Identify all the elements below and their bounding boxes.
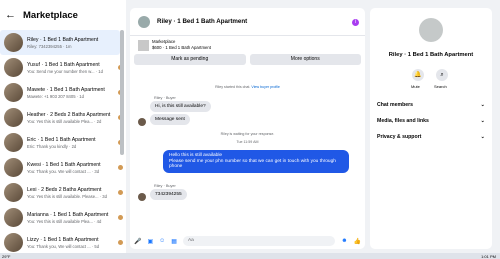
listing-preview[interactable]: Marketplace $600 · 1 Bed 1 Bath Apartmen…: [130, 36, 365, 51]
conversation-snippet: You: Yes this is still available Plea...…: [27, 118, 102, 124]
conversation-item[interactable]: Yusuf · 1 Bed 1 Bath Apartment You: Send …: [0, 55, 126, 80]
listing-thumb: [118, 165, 123, 170]
conversation-name: Lizzy · 1 Bed 1 Bath Apartment: [27, 236, 99, 243]
conversation-item[interactable]: Mawete · 1 Bed 1 Bath Apartment Mawete: +…: [0, 80, 126, 105]
conversation-snippet: You: Send me your number then w... · 1d: [27, 68, 103, 74]
clock: 1:01 PM: [481, 253, 496, 259]
avatar: [4, 133, 23, 152]
waiting-notice: Riley is waiting for your response.: [220, 132, 275, 136]
chevron-down-icon: ⌄: [480, 134, 485, 140]
like-icon[interactable]: 👍: [354, 238, 361, 245]
conversation-name: Heather · 2 Beds 2 Baths Apartment: [27, 111, 111, 118]
conversation-list: Riley · 1 Bed 1 Bath Apartment Riley: 734…: [0, 30, 126, 255]
avatar: [4, 58, 23, 77]
conversation-item[interactable]: Marianna · 1 Bed 1 Bath Apartment You: Ye…: [0, 205, 126, 230]
conversation-item[interactable]: Eric · 1 Bed 1 Bath Apartment Eric: Thank…: [0, 130, 126, 155]
avatar: [4, 83, 23, 102]
emoji-icon[interactable]: ☻: [341, 238, 347, 244]
profile-avatar[interactable]: [419, 18, 443, 42]
mic-icon[interactable]: 🎤: [134, 238, 141, 245]
sidebar-scrollbar[interactable]: [120, 30, 124, 155]
chevron-down-icon: ⌄: [480, 118, 485, 124]
conversation-item[interactable]: Lexi · 2 Beds 2 Baths Apartment You: Yes …: [0, 180, 126, 205]
chat-title[interactable]: Riley · 1 Bed 1 Bath Apartment: [157, 18, 247, 25]
conversation-snippet: Mawete: +1 903 207 8405 · 1d: [27, 93, 84, 99]
conversation-sidebar: ← Marketplace Riley · 1 Bed 1 Bath Apart…: [0, 0, 126, 253]
conversation-item[interactable]: Lizzy · 1 Bed 1 Bath Apartment You: Thank…: [0, 230, 126, 255]
sender-label: Riley · Buyer: [154, 184, 176, 188]
chat-members-item[interactable]: Chat members ⌄: [377, 102, 485, 108]
conversation-name: Lexi · 2 Beds 2 Baths Apartment: [27, 186, 102, 193]
media-files-item[interactable]: Media, files and links ⌄: [377, 118, 485, 124]
privacy-support-item[interactable]: Privacy & support ⌄: [377, 134, 485, 140]
message-input[interactable]: Aa: [182, 236, 336, 246]
sidebar-title: Marketplace: [23, 9, 78, 21]
conversation-snippet: You: Thank you, We will contact ... · 5d: [27, 243, 100, 249]
listing-actions: Mark as pending More options: [130, 51, 365, 68]
gif-icon[interactable]: ▦: [171, 238, 177, 245]
message-bubble: Hi, is this still available?: [150, 101, 211, 112]
chat-info-panel: Riley · 1 Bed 1 Bath Apartment 🔔 Mute ⌕ …: [370, 8, 492, 249]
message-bubble: 7342394255: [150, 189, 187, 200]
conversation-item[interactable]: Heather · 2 Beds 2 Baths Apartment You: Y…: [0, 105, 126, 130]
conversation-name: Kwesi · 1 Bed 1 Bath Apartment: [27, 161, 101, 168]
composer: 🎤 ▣ ☺ ▦ Aa ☻ 👍: [130, 233, 365, 249]
conversation-name: Marianna · 1 Bed 1 Bath Apartment: [27, 211, 109, 218]
chat-header: Riley · 1 Bed 1 Bath Apartment i: [130, 8, 365, 36]
listing-thumb: [118, 240, 123, 245]
search-icon[interactable]: ⌕: [436, 69, 448, 81]
conversation-name: Yusuf · 1 Bed 1 Bath Apartment: [27, 61, 100, 68]
listing-thumb: [118, 215, 123, 220]
avatar: [4, 183, 23, 202]
conversation-item[interactable]: Kwesi · 1 Bed 1 Bath Apartment You: Thank…: [0, 155, 126, 180]
listing-thumb: [118, 190, 123, 195]
message-bubble: Message sent: [150, 114, 190, 125]
chat-avatar[interactable]: [138, 15, 150, 28]
mute-label: Mute: [411, 84, 420, 89]
listing-thumbnail: [138, 40, 149, 51]
avatar: [4, 233, 23, 252]
my-message-bubble: Hello this is still available Please sen…: [163, 150, 349, 173]
sticker-icon[interactable]: ☺: [159, 238, 165, 244]
sender-label: Riley · Buyer: [154, 96, 176, 100]
image-icon[interactable]: ▣: [147, 238, 153, 245]
conversation-item[interactable]: Riley · 1 Bed 1 Bath Apartment Riley: 734…: [0, 30, 120, 55]
message-thread: Riley started this chat. View buyer prof…: [130, 68, 365, 220]
view-buyer-profile-link[interactable]: View buyer profile: [251, 85, 280, 89]
conversation-snippet: Riley: 7342394255 · 1m: [27, 43, 72, 49]
more-options-button[interactable]: More options: [249, 54, 361, 65]
taskbar: 29°F 1:01 PM: [0, 253, 500, 259]
messenger-window: ← Marketplace Riley · 1 Bed 1 Bath Apart…: [0, 0, 500, 259]
conversation-snippet: You: Thank you. We will contact ... · 3d: [27, 168, 100, 174]
back-arrow-icon[interactable]: ←: [5, 9, 16, 21]
avatar: [4, 33, 23, 52]
conversation-snippet: Eric: Thank you kindly · 2d: [27, 143, 77, 149]
conversation-snippet: You: Yes this is still available Plea...…: [27, 218, 102, 224]
avatar: [4, 158, 23, 177]
timestamp: Tue 11:59 AM: [236, 140, 259, 144]
info-icon[interactable]: i: [352, 19, 359, 26]
conversation-name: Eric · 1 Bed 1 Bath Apartment: [27, 136, 96, 143]
sidebar-header: ← Marketplace: [0, 0, 126, 30]
listing-title: $600 · 1 Bed 1 Bath Apartment: [152, 44, 212, 50]
buyer-avatar[interactable]: [138, 193, 146, 201]
chat-started-notice: Riley started this chat. View buyer prof…: [215, 85, 280, 89]
bell-icon[interactable]: 🔔: [412, 69, 424, 81]
profile-name: Riley · 1 Bed 1 Bath Apartment: [388, 52, 474, 58]
mark-pending-button[interactable]: Mark as pending: [134, 54, 246, 65]
conversation-snippet: You: Yes this is still available. Please…: [27, 193, 107, 199]
weather-text: 29°F: [2, 253, 11, 259]
conversation-name: Mawete · 1 Bed 1 Bath Apartment: [27, 86, 105, 93]
search-label: Search: [434, 84, 447, 89]
chevron-down-icon: ⌄: [480, 102, 485, 108]
chat-panel: Riley · 1 Bed 1 Bath Apartment i Marketp…: [130, 8, 365, 249]
avatar: [4, 108, 23, 127]
conversation-name: Riley · 1 Bed 1 Bath Apartment: [27, 36, 99, 43]
avatar: [4, 208, 23, 227]
buyer-avatar[interactable]: [138, 118, 146, 126]
